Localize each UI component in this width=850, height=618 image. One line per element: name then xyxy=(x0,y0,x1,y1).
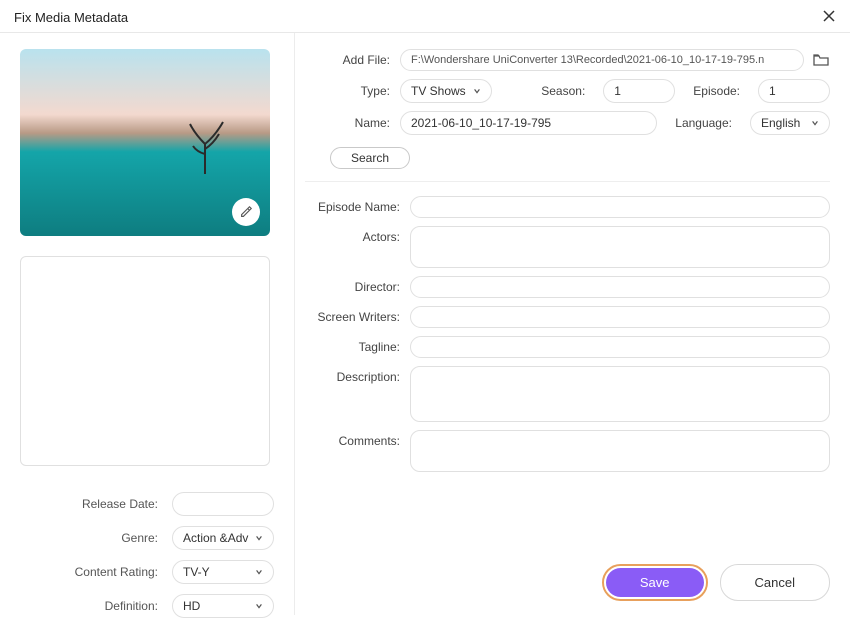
titlebar: Fix Media Metadata xyxy=(0,0,850,33)
add-file-label: Add File: xyxy=(305,53,400,67)
poster-placeholder xyxy=(20,256,270,466)
comments-input[interactable] xyxy=(410,430,830,472)
video-thumbnail xyxy=(20,49,270,236)
genre-select[interactable]: Action &Adv xyxy=(172,526,274,550)
cancel-button[interactable]: Cancel xyxy=(720,564,830,601)
chevron-down-icon xyxy=(255,568,263,576)
content-rating-select[interactable]: TV-Y xyxy=(172,560,274,584)
language-value: English xyxy=(761,116,800,130)
season-label: Season: xyxy=(541,84,585,98)
tagline-label: Tagline: xyxy=(305,336,410,358)
release-date-label: Release Date: xyxy=(82,497,158,511)
content-rating-label: Content Rating: xyxy=(75,565,158,579)
chevron-down-icon xyxy=(473,87,481,95)
release-date-input[interactable] xyxy=(172,492,274,516)
episode-name-label: Episode Name: xyxy=(305,196,410,218)
type-select[interactable]: TV Shows xyxy=(400,79,492,103)
definition-label: Definition: xyxy=(105,599,158,613)
pencil-icon xyxy=(239,205,253,219)
director-input[interactable] xyxy=(410,276,830,298)
language-select[interactable]: English xyxy=(750,111,830,135)
window-title: Fix Media Metadata xyxy=(14,10,128,25)
divider xyxy=(305,181,830,182)
actors-input[interactable] xyxy=(410,226,830,268)
episode-name-input[interactable] xyxy=(410,196,830,218)
search-button[interactable]: Search xyxy=(330,147,410,169)
type-value: TV Shows xyxy=(411,84,466,98)
chevron-down-icon xyxy=(811,119,819,127)
thumbnail-art xyxy=(175,104,235,174)
tagline-input[interactable] xyxy=(410,336,830,358)
type-label: Type: xyxy=(305,84,400,98)
left-panel: Release Date: Genre: Action &Adv Content… xyxy=(0,33,295,615)
name-label: Name: xyxy=(305,116,400,130)
comments-label: Comments: xyxy=(305,430,410,472)
edit-thumbnail-button[interactable] xyxy=(232,198,260,226)
save-highlight: Save xyxy=(602,564,708,601)
screen-writers-label: Screen Writers: xyxy=(305,306,410,328)
add-file-input[interactable] xyxy=(400,49,804,71)
content-rating-value: TV-Y xyxy=(183,565,210,579)
language-label: Language: xyxy=(675,116,732,130)
chevron-down-icon xyxy=(255,602,263,610)
right-panel: Add File: Type: TV Shows Season: Episode… xyxy=(295,33,850,615)
definition-value: HD xyxy=(183,599,200,613)
season-input[interactable] xyxy=(603,79,675,103)
footer-buttons: Save Cancel xyxy=(602,564,830,601)
definition-select[interactable]: HD xyxy=(172,594,274,618)
description-label: Description: xyxy=(305,366,410,422)
folder-icon[interactable] xyxy=(812,51,830,69)
director-label: Director: xyxy=(305,276,410,298)
close-icon[interactable] xyxy=(822,8,836,26)
chevron-down-icon xyxy=(255,534,263,542)
description-input[interactable] xyxy=(410,366,830,422)
name-input[interactable] xyxy=(400,111,657,135)
screen-writers-input[interactable] xyxy=(410,306,830,328)
actors-label: Actors: xyxy=(305,226,410,268)
genre-label: Genre: xyxy=(121,531,158,545)
save-button[interactable]: Save xyxy=(606,568,704,597)
genre-value: Action &Adv xyxy=(183,531,248,545)
episode-input[interactable] xyxy=(758,79,830,103)
episode-label: Episode: xyxy=(693,84,740,98)
